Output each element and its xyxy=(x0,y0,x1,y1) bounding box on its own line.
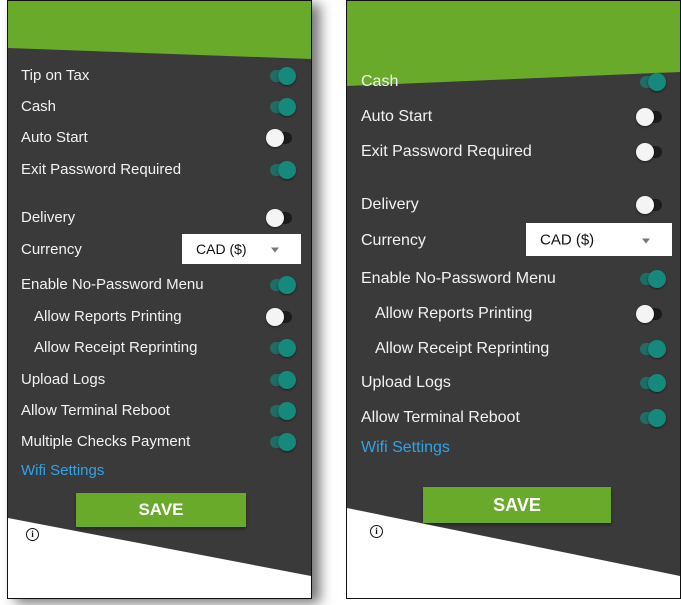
toggle-knob xyxy=(636,305,654,323)
currency-value: CAD ($) xyxy=(196,241,247,257)
save-button[interactable]: SAVE xyxy=(423,487,611,523)
toggle-knob xyxy=(648,73,666,91)
currency-label: Currency xyxy=(21,241,82,258)
currency-label: Currency xyxy=(361,232,426,249)
setting-label: Cash xyxy=(361,73,399,90)
setting-row: Delivery xyxy=(347,196,680,216)
toggle-knob xyxy=(278,339,296,357)
setting-label: Allow Terminal Reboot xyxy=(361,409,520,426)
setting-row: Auto Start xyxy=(8,129,311,149)
setting-label: Exit Password Required xyxy=(21,161,182,178)
setting-row: Exit Password Required xyxy=(347,143,680,163)
setting-label: Cash xyxy=(21,98,57,115)
setting-label: Allow Receipt Reprinting xyxy=(375,340,550,357)
setting-row: Enable No-Password Menu xyxy=(8,276,311,296)
settings-panel-left: Tip on Tax Cash Auto Start Exit Password Re… xyxy=(7,0,312,599)
setting-row: Upload Logs xyxy=(8,371,311,391)
setting-row: Exit Password Required xyxy=(8,161,311,181)
setting-label: Auto Start xyxy=(361,108,433,125)
setting-row: Multiple Checks Payment xyxy=(8,433,311,453)
setting-label: Allow Reports Printing xyxy=(375,305,533,322)
wifi-settings-link[interactable]: Wifi Settings xyxy=(361,439,450,457)
save-button[interactable]: SAVE xyxy=(76,493,246,527)
toggle-knob xyxy=(278,402,296,420)
header-banner xyxy=(347,1,680,86)
info-icon[interactable]: i xyxy=(26,528,39,541)
header-banner xyxy=(8,1,311,59)
settings-panel-right: Cash Auto Start Exit Password Required Deli… xyxy=(346,0,681,599)
toggle-knob xyxy=(266,308,284,326)
toggle-knob xyxy=(636,196,654,214)
toggle-knob xyxy=(278,98,296,116)
toggle-knob xyxy=(278,276,296,294)
toggle-knob xyxy=(648,374,666,392)
toggle-knob xyxy=(266,209,284,227)
info-icon[interactable]: i xyxy=(370,525,383,538)
setting-row: Cash xyxy=(347,73,680,93)
setting-label: Enable No-Password Menu xyxy=(21,276,204,293)
setting-row: Delivery xyxy=(8,209,311,229)
toggle-knob xyxy=(266,129,284,147)
toggle-knob xyxy=(278,433,296,451)
setting-row: Upload Logs xyxy=(347,374,680,394)
setting-label: Tip on Tax xyxy=(21,67,90,84)
setting-label: Upload Logs xyxy=(21,371,106,388)
setting-row: Allow Receipt Reprinting xyxy=(347,340,680,360)
toggle-knob xyxy=(648,340,666,358)
setting-row: Tip on Tax xyxy=(8,67,311,87)
wifi-settings-link[interactable]: Wifi Settings xyxy=(21,462,104,479)
currency-value: CAD ($) xyxy=(540,231,595,248)
setting-row: Auto Start xyxy=(347,108,680,128)
setting-row: Cash xyxy=(8,98,311,118)
setting-row: Allow Terminal Reboot xyxy=(347,409,680,429)
setting-label: Enable No-Password Menu xyxy=(361,270,556,287)
toggle-knob xyxy=(636,143,654,161)
chevron-down-icon xyxy=(271,247,279,253)
setting-row: Allow Reports Printing xyxy=(8,308,311,328)
setting-label: Delivery xyxy=(21,209,76,226)
setting-row: Allow Terminal Reboot xyxy=(8,402,311,422)
setting-label: Exit Password Required xyxy=(361,143,532,160)
setting-label: Auto Start xyxy=(21,129,88,146)
setting-row: Enable No-Password Menu xyxy=(347,270,680,290)
footer-area xyxy=(8,518,311,598)
setting-label: Delivery xyxy=(361,196,419,213)
setting-row: Allow Receipt Reprinting xyxy=(8,339,311,359)
currency-dropdown[interactable]: CAD ($) xyxy=(182,234,301,264)
chevron-down-icon xyxy=(642,238,650,243)
setting-label: Allow Terminal Reboot xyxy=(21,402,170,419)
toggle-knob xyxy=(648,409,666,427)
setting-row: Allow Reports Printing xyxy=(347,305,680,325)
toggle-knob xyxy=(278,67,296,85)
setting-label: Upload Logs xyxy=(361,374,451,391)
toggle-knob xyxy=(636,108,654,126)
toggle-knob xyxy=(278,161,296,179)
toggle-knob xyxy=(278,371,296,389)
setting-label: Allow Reports Printing xyxy=(34,308,182,325)
setting-label: Multiple Checks Payment xyxy=(21,433,191,450)
currency-dropdown[interactable]: CAD ($) xyxy=(526,223,672,256)
setting-label: Allow Receipt Reprinting xyxy=(34,339,198,356)
toggle-knob xyxy=(648,270,666,288)
